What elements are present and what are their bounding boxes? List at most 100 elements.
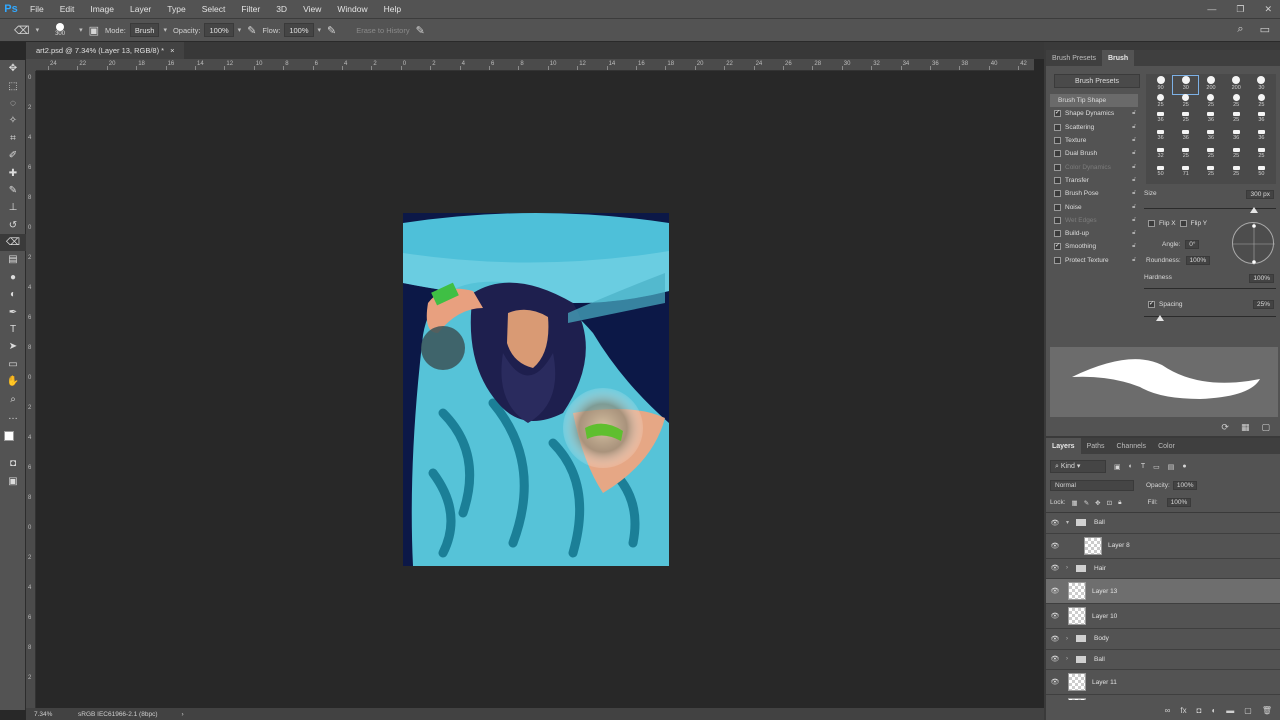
brush-option-checkbox[interactable] [1054,163,1061,171]
brush-tip[interactable]: 25 [1148,94,1173,112]
visibility-eye-icon[interactable]: 👁︎ [1046,587,1064,595]
lock-artboard-icon[interactable]: ⊡ [1107,499,1112,507]
gradient-tool-icon[interactable]: ▤ [0,251,26,268]
lock-icon[interactable]: 🔓︎ [1132,110,1136,117]
brush-tip[interactable]: 36 [1249,112,1274,130]
flip-x-checkbox[interactable] [1148,220,1155,227]
brush-option-transfer[interactable]: Transfer 🔓︎ [1050,174,1138,187]
pressure-opacity-icon[interactable]: ✎ [247,24,256,37]
brush-option-color-dynamics[interactable]: Color Dynamics 🔓︎ [1050,160,1138,173]
quick-selection-tool-icon[interactable]: ✧ [0,112,26,129]
visibility-eye-icon[interactable]: 👁︎ [1046,612,1064,620]
lock-all-icon[interactable]: 🔒︎ [1118,499,1121,507]
tool-preset-caret-icon[interactable]: ▾ [36,26,40,34]
brush-option-checkbox[interactable] [1054,216,1061,224]
brush-tip[interactable]: 90 [1148,76,1173,94]
brush-tip[interactable]: 30 [1172,75,1200,95]
foreground-color-swatch[interactable] [4,431,14,442]
layers-tab-layers[interactable]: Layers [1046,438,1081,454]
menu-window[interactable]: Window [329,0,375,18]
lock-transparent-icon[interactable]: ▦ [1072,499,1078,507]
canvas-area[interactable] [36,71,1034,708]
brush-tab-brush[interactable]: Brush [1101,50,1135,66]
layer-opacity-input[interactable]: 100% [1172,481,1198,490]
layer-row[interactable]: 👁︎ Layer 8 [1046,534,1280,559]
mode-select[interactable]: Brush [129,23,160,37]
brush-tip[interactable]: 36 [1148,130,1173,148]
screen-mode-icon[interactable]: ▣ [0,473,26,490]
toggle-live-tip-icon[interactable]: ⟳ [1221,422,1229,433]
opacity-input[interactable]: 100% [204,23,234,37]
new-layer-icon[interactable]: ▢ [1244,706,1252,715]
menu-edit[interactable]: Edit [52,0,83,18]
layer-group-row[interactable]: 👁︎ › Body [1046,629,1280,650]
path-selection-tool-icon[interactable]: ➤ [0,338,26,355]
brush-tip[interactable]: 25 [1224,112,1249,130]
fill-input[interactable]: 100% [1166,498,1192,507]
visibility-eye-icon[interactable]: 👁︎ [1046,678,1064,686]
brush-option-scattering[interactable]: Scattering 🔓︎ [1050,121,1138,134]
filter-shape-icon[interactable]: ▭ [1153,463,1160,471]
lock-icon[interactable]: 🔓︎ [1132,190,1136,197]
brush-option-checkbox[interactable] [1054,176,1061,184]
layer-filter-kind-select[interactable]: ⌕ Kind ▾ [1050,460,1106,473]
brush-option-checkbox[interactable]: ✓ [1054,243,1061,251]
brush-presets-button[interactable]: Brush Presets [1054,74,1140,88]
layer-thumbnail[interactable] [1084,536,1102,555]
crop-tool-icon[interactable]: ⌗ [0,130,26,147]
search-icon[interactable]: ⌕ [1237,23,1243,36]
lock-icon[interactable]: 🔓︎ [1132,124,1136,131]
workspace-icon[interactable]: ▭ [1260,23,1270,36]
roundness-input[interactable]: 100% [1185,256,1211,265]
expand-arrow-icon[interactable]: › [1066,656,1076,662]
link-layers-icon[interactable]: ∞ [1165,706,1171,715]
lock-icon[interactable]: 🔓︎ [1132,137,1136,144]
shape-tool-icon[interactable]: ▭ [0,356,26,373]
brush-tip[interactable]: 36 [1148,112,1173,130]
layer-row[interactable]: 👁︎ Layer 11 [1046,670,1280,695]
expand-arrow-icon[interactable]: › [1066,636,1076,642]
artwork-canvas[interactable] [403,213,669,566]
brush-tip[interactable]: 25 [1173,112,1198,130]
filter-smart-object-icon[interactable]: ▤ [1168,463,1175,471]
layers-tab-color[interactable]: Color [1152,438,1181,454]
brush-option-wet-edges[interactable]: Wet Edges 🔓︎ [1050,214,1138,227]
quick-mask-icon[interactable]: ◘ [0,455,26,472]
lock-icon[interactable]: 🔓︎ [1132,150,1136,157]
blur-tool-icon[interactable]: ● [0,269,26,286]
flow-input[interactable]: 100% [284,23,314,37]
pen-tool-icon[interactable]: ✒ [0,303,26,320]
layer-thumbnail[interactable] [1068,673,1086,691]
flow-caret-icon[interactable]: ▾ [318,26,322,34]
brush-tip[interactable]: 50 [1249,166,1274,184]
marquee-tool-icon[interactable]: ⬚ [0,77,26,94]
brush-option-noise[interactable]: Noise 🔓︎ [1050,200,1138,213]
flip-y-checkbox[interactable] [1179,220,1187,227]
filter-adjustment-icon[interactable]: ◐ [1129,463,1133,470]
brush-option-checkbox[interactable] [1054,203,1061,211]
lock-icon[interactable]: 🔓︎ [1132,177,1136,184]
size-input[interactable]: 300 px [1246,190,1274,199]
brush-tip[interactable]: 25 [1198,94,1223,112]
brush-tool-icon[interactable]: ✎ [0,182,26,199]
brush-option-smoothing[interactable]: ✓ Smoothing 🔓︎ [1050,240,1138,253]
layer-style-icon[interactable]: fx [1180,706,1186,715]
menu-help[interactable]: Help [376,0,409,18]
eyedropper-tool-icon[interactable]: ✐ [0,147,26,164]
adjustment-layer-icon[interactable]: ◐ [1211,706,1216,715]
brush-tip[interactable]: 32 [1148,148,1173,166]
brush-option-checkbox[interactable] [1054,137,1061,145]
brush-tab-brush-presets[interactable]: Brush Presets [1046,50,1102,66]
document-tab-close-icon[interactable]: × [170,46,174,55]
visibility-eye-icon[interactable]: 👁︎ [1046,655,1064,663]
eraser-tool-icon[interactable]: ⌫ [14,24,30,37]
hardness-input[interactable]: 100% [1249,274,1274,283]
brush-tip[interactable]: 25 [1173,148,1198,166]
type-tool-icon[interactable]: T [0,321,26,338]
lock-image-icon[interactable]: ✎ [1084,499,1089,507]
lock-position-icon[interactable]: ✥ [1095,499,1100,507]
angle-input[interactable]: 0° [1185,240,1200,249]
spacing-input[interactable]: 25% [1252,300,1274,309]
blend-mode-select[interactable]: Normal [1050,480,1134,491]
status-menu-arrow-icon[interactable]: › [181,711,183,718]
